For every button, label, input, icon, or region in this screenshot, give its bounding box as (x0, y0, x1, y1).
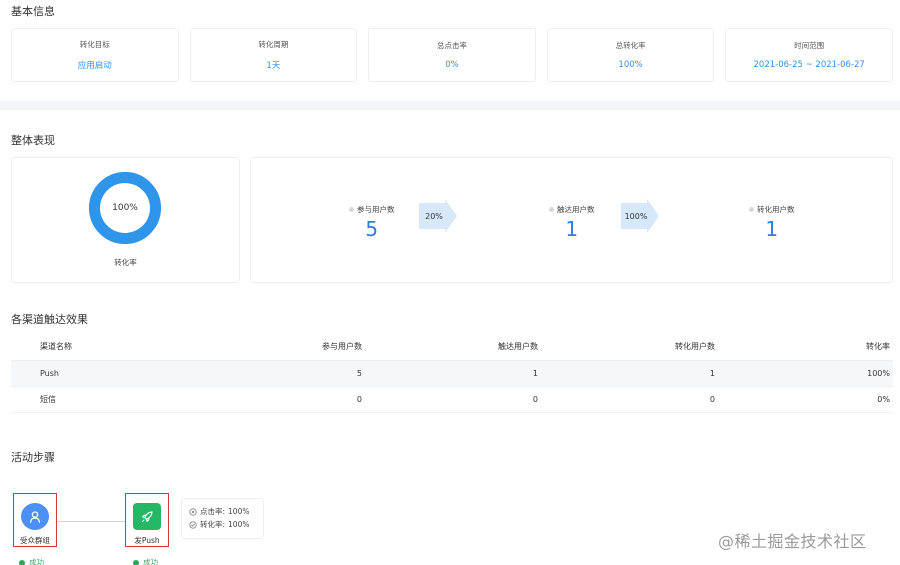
info-card-conversion-goal: 转化目标 应用启动 (11, 28, 179, 82)
rocket-icon (133, 503, 161, 530)
step-audience-group[interactable]: 受众群组 (13, 493, 57, 547)
cell-converted: 1 (709, 368, 715, 378)
user-funnel-card: 参与用户数 5 20% 触达用户数 1 100% 转化用户数 1 (250, 157, 893, 283)
status-text: 成功 (143, 558, 158, 565)
info-card-label: 转化目标 (79, 40, 110, 49)
info-card-label: 总转化率 (615, 41, 646, 50)
metric-dot-icon (749, 207, 754, 212)
funnel-arrow-2: 100% (621, 199, 659, 237)
cell-conversion-rate: 0% (877, 394, 890, 404)
cell-channel: 短信 (40, 394, 56, 404)
column-header-reached: 触达用户数 (498, 342, 538, 352)
cell-reached: 0 (532, 394, 538, 404)
metric-value: 5 (365, 217, 379, 241)
stat-click-rate: 点击率: 100% (189, 505, 263, 518)
cell-participants: 0 (356, 394, 362, 404)
status-dot-icon (19, 559, 25, 565)
status-text: 成功 (29, 558, 44, 565)
metric-label: 转化用户数 (757, 205, 795, 214)
info-card-conversion-period: 转化周期 1天 (189, 28, 358, 82)
section-divider (0, 101, 900, 110)
column-header-channel: 渠道名称 (40, 342, 72, 352)
metric-participants: 参与用户数 5 (349, 204, 395, 241)
table-header-row: 渠道名称 参与用户数 触达用户数 转化用户数 转化率 (11, 334, 893, 360)
metric-dot-icon (549, 207, 554, 212)
cell-reached: 1 (532, 368, 538, 378)
step-label: 受众群组 (20, 536, 50, 545)
step-label: 发Push (134, 536, 160, 545)
info-card-label: 总点击率 (436, 41, 467, 50)
step-stats-card: 点击率: 100% 转化率: 100% (181, 498, 264, 539)
funnel-arrow-1: 20% (419, 199, 457, 237)
table-row: Push 5 1 1 100% (11, 360, 893, 386)
metric-dot-icon (349, 207, 354, 212)
steps-title: 活动步骤 (11, 451, 55, 464)
watermark: @稀土掘金技术社区 (718, 532, 867, 551)
conversion-rate-icon (189, 520, 197, 529)
overall-title: 整体表现 (11, 134, 55, 147)
cell-conversion-rate: 100% (867, 368, 890, 378)
user-group-icon (21, 503, 49, 530)
stat-label: 点击率: (200, 507, 226, 516)
cell-channel: Push (40, 368, 59, 378)
column-header-conversion-rate: 转化率 (866, 342, 890, 352)
stat-value: 100% (228, 507, 250, 516)
stat-value: 100% (228, 520, 250, 529)
donut-center-value: 100% (112, 203, 138, 213)
step-connector (58, 521, 126, 522)
info-card-click-rate: 总点击率 0% (368, 28, 536, 82)
cell-participants: 5 (356, 368, 362, 378)
metric-label: 参与用户数 (357, 205, 395, 214)
metric-value: 1 (565, 217, 579, 241)
status-dot-icon (133, 559, 139, 565)
info-card-value: 1天 (266, 61, 281, 71)
info-card-label: 时间范围 (794, 41, 825, 50)
step-status-audience: 成功 (19, 557, 44, 565)
channels-title: 各渠道触达效果 (11, 313, 88, 326)
channel-table: 渠道名称 参与用户数 触达用户数 转化用户数 转化率 Push 5 1 1 10… (11, 334, 893, 413)
cell-converted: 0 (709, 394, 715, 404)
metric-reached: 触达用户数 1 (549, 204, 595, 241)
funnel-arrow-rate: 20% (425, 211, 443, 221)
info-card-value: 2021-06-25 ~ 2021-06-27 (753, 60, 865, 70)
step-send-push[interactable]: 发Push (125, 493, 169, 547)
conversion-donut-card: 100% 转化率 (11, 157, 240, 283)
column-header-converted: 转化用户数 (675, 342, 715, 352)
metric-label: 触达用户数 (557, 205, 595, 214)
click-rate-icon (189, 507, 197, 516)
step-status-push: 成功 (133, 557, 158, 565)
column-header-participants: 参与用户数 (322, 342, 362, 352)
donut-caption: 转化率 (114, 258, 137, 267)
stat-label: 转化率: (200, 520, 226, 529)
info-card-value: 100% (618, 60, 643, 70)
basic-info-cards: 转化目标 应用启动 转化周期 1天 总点击率 0% 总转化率 100% 时间范围… (11, 28, 893, 82)
table-row: 短信 0 0 0 0% (11, 386, 893, 412)
info-card-label: 转化周期 (258, 40, 289, 49)
basic-info-title: 基本信息 (11, 5, 55, 18)
info-card-time-range: 时间范围 2021-06-25 ~ 2021-06-27 (725, 28, 893, 82)
info-card-value: 应用启动 (77, 61, 112, 71)
stat-conversion-rate: 转化率: 100% (189, 518, 263, 531)
info-card-value: 0% (445, 60, 459, 70)
metric-converted: 转化用户数 1 (749, 204, 795, 241)
info-card-conversion-rate: 总转化率 100% (546, 28, 715, 82)
metric-value: 1 (765, 217, 779, 241)
funnel-arrow-rate: 100% (624, 211, 648, 221)
